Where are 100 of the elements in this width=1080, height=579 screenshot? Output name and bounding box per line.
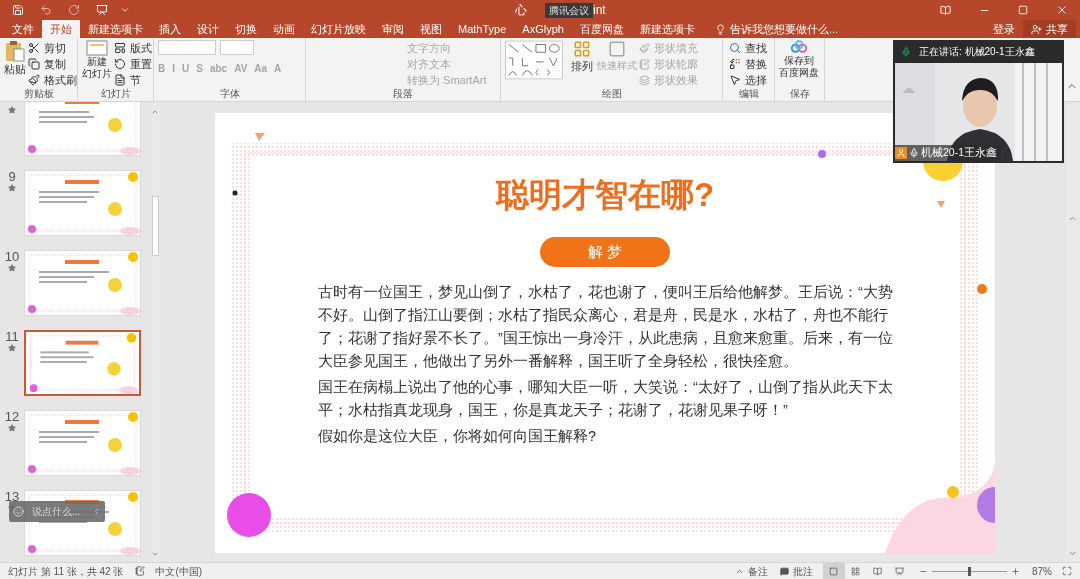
dot-decoration bbox=[232, 190, 238, 196]
search-icon bbox=[729, 42, 741, 54]
chat-placeholder: 说点什么... bbox=[32, 505, 81, 519]
group-label: 剪贴板 bbox=[22, 87, 55, 101]
paste-button[interactable]: 粘贴 bbox=[4, 40, 26, 76]
ribbon-tab[interactable]: 百度网盘 bbox=[571, 20, 632, 38]
slide-number: 12 bbox=[4, 410, 20, 424]
ribbon-tab[interactable]: 切换 bbox=[227, 20, 265, 38]
arrange-button[interactable]: 排列 bbox=[571, 40, 593, 75]
ribbon-tab[interactable]: 插入 bbox=[151, 20, 189, 38]
share-button[interactable]: 共享 bbox=[1023, 20, 1076, 38]
language-label[interactable]: 中文(中国) bbox=[155, 563, 203, 579]
new-slide-button[interactable]: 新建 幻灯片 bbox=[82, 40, 112, 80]
spell-check-icon[interactable] bbox=[135, 566, 146, 576]
slide-paragraph: 古时有一位国王，梦见山倒了，水枯了，花也谢了，便叫王后给他解梦。王后说：“大势不好。山倒了指江山要倒；水枯了指民众离心，君是舟，民是水，水枯了，舟也不能行了；花谢了指好景不长了。”国王惊出一身冷汗，从此患病，且愈来愈重。后来，有一位大臣参见国王，他做出了另外一番解释，国王听了全身轻松，很快痊愈。 bbox=[318, 283, 894, 371]
font-name-field[interactable] bbox=[158, 40, 216, 55]
group-label: 保存 bbox=[788, 87, 811, 101]
zoom-slider-thumb[interactable] bbox=[968, 566, 972, 576]
ribbon-button[interactable]: 节 bbox=[112, 72, 154, 88]
collapse-icon[interactable] bbox=[92, 507, 101, 516]
animation-star-icon bbox=[8, 424, 16, 432]
ribbon-button[interactable]: 剪切 bbox=[26, 40, 79, 56]
chat-toast[interactable]: 说点什么... bbox=[9, 501, 105, 522]
animation-star-icon bbox=[8, 344, 16, 352]
group-label: 编辑 bbox=[737, 87, 760, 101]
dot-decoration bbox=[977, 284, 987, 294]
ribbon-options-icon[interactable] bbox=[940, 4, 951, 16]
ribbon-button[interactable]: 选择 bbox=[727, 72, 769, 88]
grid-icon bbox=[851, 566, 861, 576]
ribbon-tab[interactable]: 动画 bbox=[265, 20, 303, 38]
slide-paragraph: 国王在病榻上说出了他的心事，哪知大臣一听，大笑说：“太好了，山倒了指从此天下太平；水枯指真龙现身，国王，你是真龙天子；花谢了，花谢见果子呀！” bbox=[318, 378, 894, 420]
group-label: 段落 bbox=[392, 87, 414, 101]
mic-icon bbox=[901, 46, 911, 57]
section-icon bbox=[114, 74, 126, 86]
scroll-up-icon[interactable] bbox=[1068, 214, 1077, 223]
book-icon bbox=[873, 566, 883, 576]
lightbulb-icon bbox=[714, 23, 726, 35]
notes-button[interactable]: 备注 bbox=[735, 563, 768, 579]
ribbon-tab[interactable]: 新建选项卡 bbox=[80, 20, 151, 38]
ribbon-button[interactable]: 格式刷 bbox=[26, 72, 79, 88]
ribbon-tab[interactable]: 幻灯片放映 bbox=[303, 20, 374, 38]
layout-icon bbox=[114, 42, 126, 54]
comments-button[interactable]: 批注 bbox=[780, 563, 813, 579]
group-label: 绘图 bbox=[600, 87, 623, 101]
redo-icon[interactable] bbox=[68, 4, 80, 16]
outline-icon bbox=[639, 58, 650, 70]
scroll-up-icon[interactable] bbox=[151, 108, 159, 116]
avatar-icon bbox=[895, 147, 907, 159]
save-to-cloud-button[interactable]: 保存到 百度网盘 bbox=[779, 40, 819, 79]
animation-star-icon bbox=[8, 106, 16, 114]
ribbon-button[interactable]: 查找 bbox=[727, 40, 769, 56]
tell-me-field[interactable]: 告诉我您想要做什么... bbox=[706, 20, 847, 38]
slide-thumbnail[interactable] bbox=[24, 330, 141, 396]
scrollbar-thumb[interactable] bbox=[151, 196, 159, 256]
ribbon-button[interactable]: 版式 bbox=[112, 40, 154, 56]
scroll-down-icon[interactable] bbox=[1068, 549, 1077, 558]
sign-in-link[interactable]: 登录 bbox=[985, 20, 1023, 38]
reset-icon bbox=[114, 58, 126, 70]
add-user-icon bbox=[1031, 23, 1042, 35]
ribbon-tab[interactable]: 文件 bbox=[4, 20, 42, 38]
slide-title: 聪明才智在哪? bbox=[495, 175, 715, 215]
ribbon-tab[interactable]: 设计 bbox=[189, 20, 227, 38]
comment-icon bbox=[780, 566, 789, 576]
zoom-level[interactable]: 87% bbox=[1032, 563, 1052, 579]
shapes-gallery-drawing[interactable] bbox=[505, 40, 563, 80]
scroll-down-icon[interactable] bbox=[151, 550, 159, 558]
ribbon-tab[interactable]: 视图 bbox=[412, 20, 450, 38]
close-icon[interactable] bbox=[1056, 4, 1068, 16]
emoji-icon[interactable] bbox=[13, 506, 24, 517]
maximize-icon[interactable] bbox=[1018, 5, 1028, 15]
triangle-decoration bbox=[255, 133, 265, 141]
ribbon-button[interactable]: 重置 bbox=[112, 56, 154, 72]
view-button[interactable] bbox=[823, 563, 845, 579]
undo-icon[interactable] bbox=[40, 4, 52, 16]
ribbon-button[interactable]: 复制 bbox=[26, 56, 79, 72]
ribbon-tab[interactable]: AxGlyph bbox=[514, 20, 572, 38]
dot-decoration bbox=[818, 150, 826, 158]
font-size-field[interactable] bbox=[220, 40, 254, 55]
circle-decoration bbox=[227, 493, 271, 537]
fit-slide-icon[interactable] bbox=[1062, 566, 1072, 576]
save-icon[interactable] bbox=[12, 4, 24, 16]
ribbon-button[interactable]: 替换 bbox=[727, 56, 769, 72]
animation-star-icon bbox=[8, 264, 16, 272]
ribbon-tab[interactable]: MathType bbox=[450, 20, 515, 38]
replace-icon bbox=[729, 58, 741, 70]
slide-number: 11 bbox=[5, 330, 19, 344]
mic-icon bbox=[909, 148, 919, 158]
paintbrush-icon bbox=[28, 74, 40, 86]
section-pill: 解 梦 bbox=[540, 237, 670, 267]
circle-decoration bbox=[977, 487, 995, 523]
ribbon-tab[interactable]: 审阅 bbox=[374, 20, 412, 38]
zoom-in-icon[interactable] bbox=[1011, 566, 1020, 576]
customize-icon[interactable] bbox=[120, 5, 130, 15]
ribbon-tab[interactable]: 新建选项卡 bbox=[631, 20, 703, 38]
window-title: int bbox=[593, 2, 606, 19]
slideshow-icon[interactable] bbox=[96, 4, 108, 16]
normal-view-icon bbox=[829, 566, 839, 576]
window-title: 心 bbox=[515, 2, 527, 19]
ribbon-tab[interactable]: 开始 bbox=[42, 20, 80, 38]
slide-paragraph: 假如你是这位大臣，你将如何向国王解释? bbox=[318, 427, 598, 446]
